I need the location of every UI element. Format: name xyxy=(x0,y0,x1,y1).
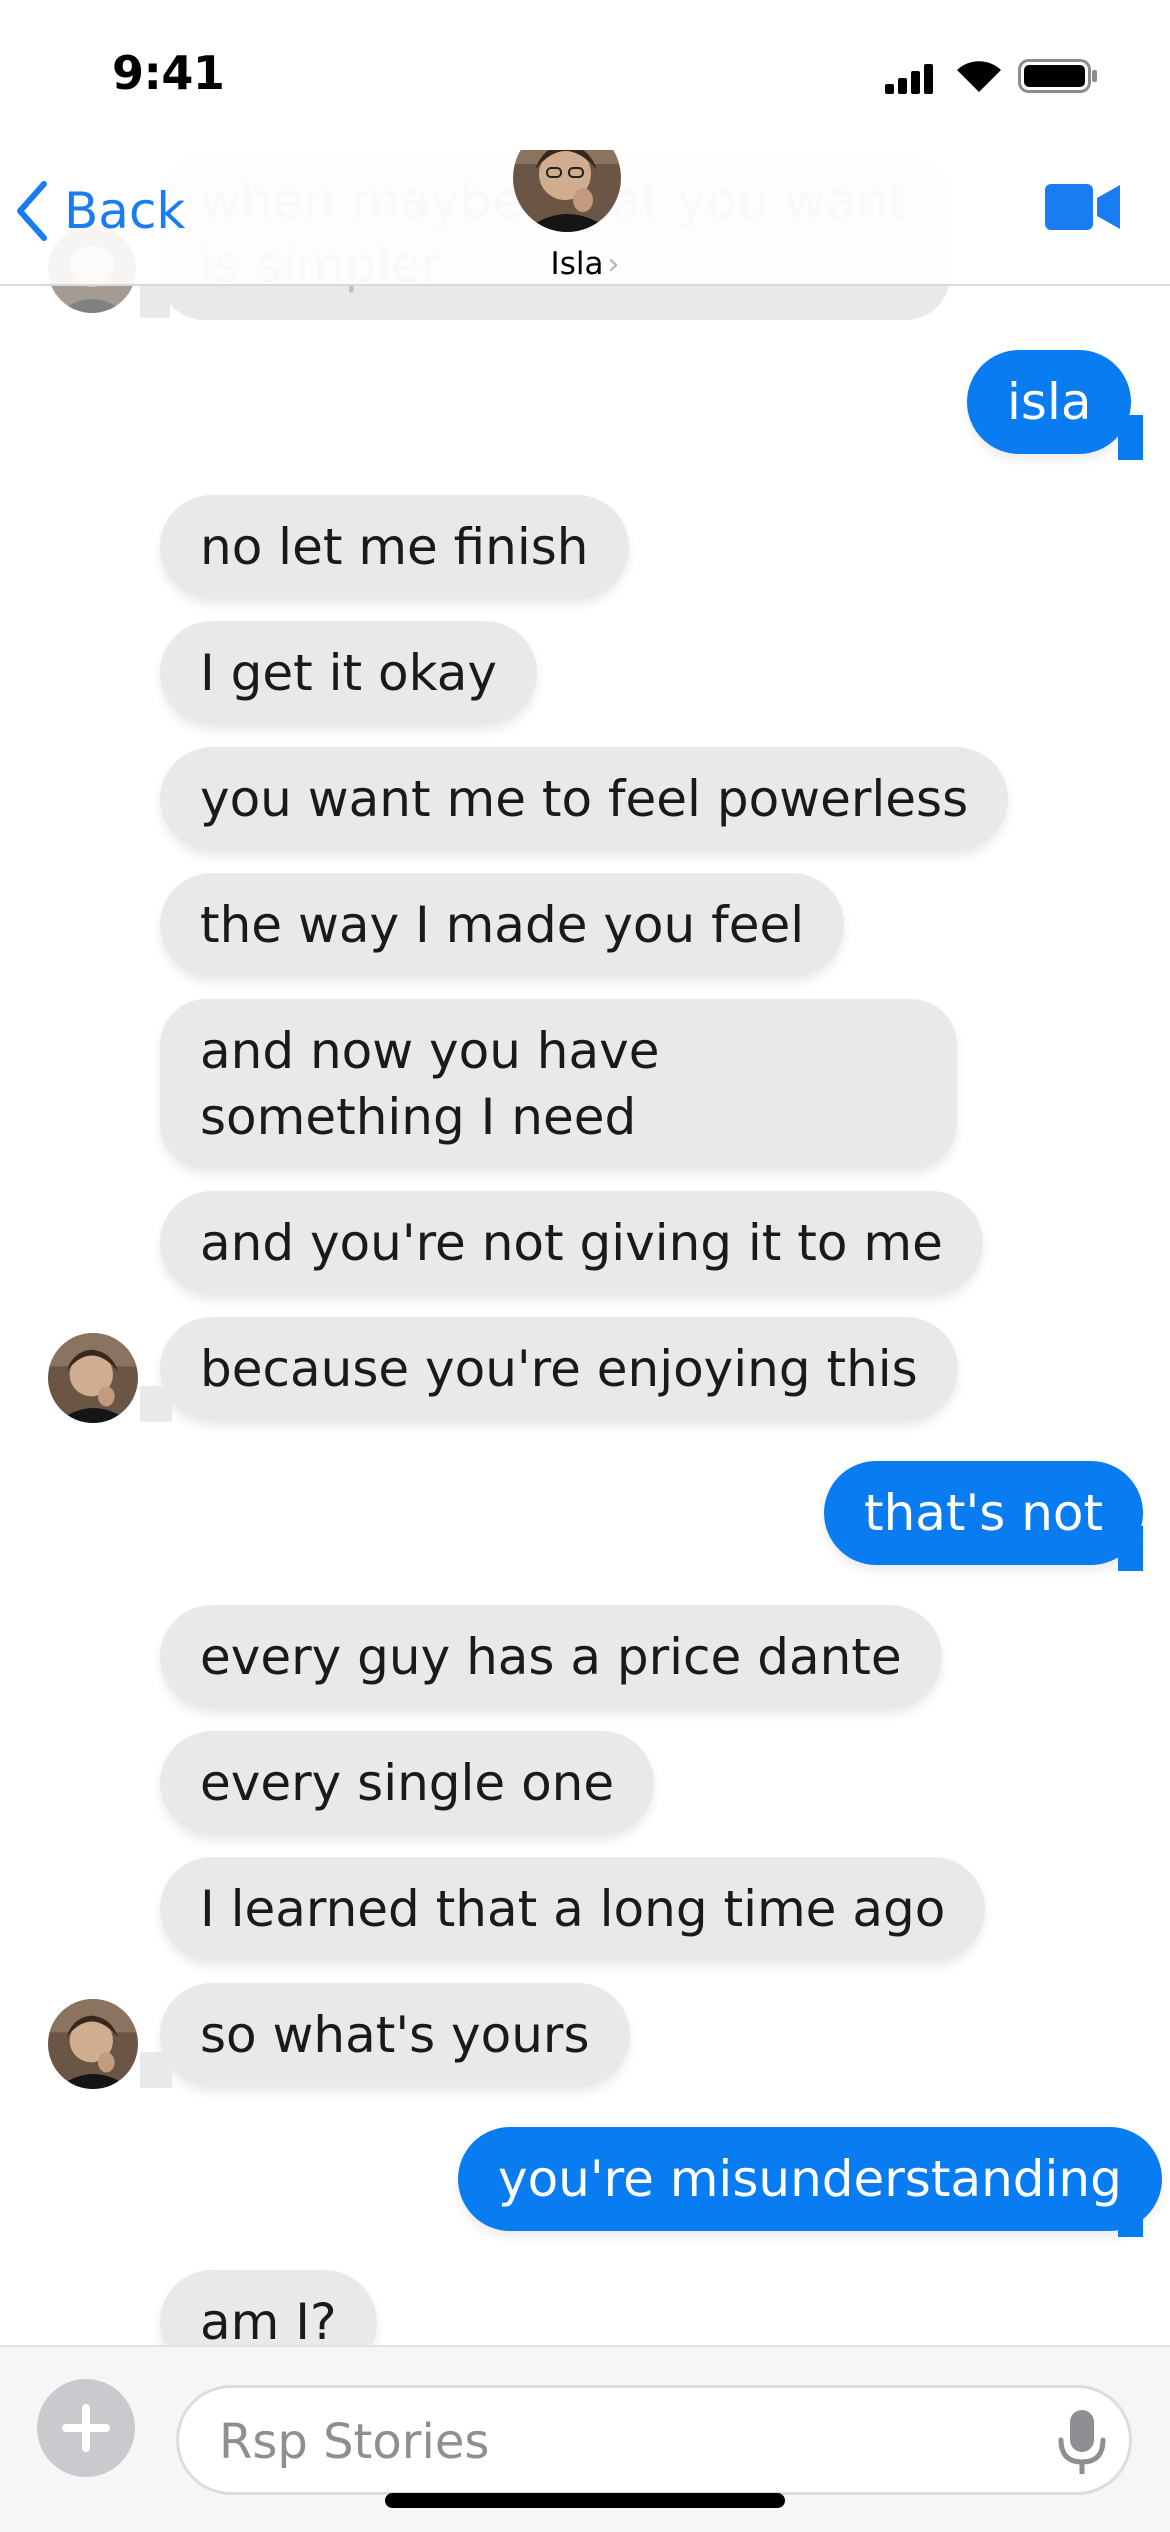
outgoing-message[interactable]: that's not xyxy=(824,1461,1144,1565)
add-attachment-button[interactable] xyxy=(37,2379,135,2477)
contact-name-label: Isla xyxy=(550,246,604,282)
chevron-left-icon xyxy=(17,181,47,241)
chat-header: Back Isla › xyxy=(0,124,1170,286)
incoming-message[interactable]: the way I made you feel xyxy=(160,873,845,977)
incoming-message[interactable]: every guy has a price dante xyxy=(160,1605,942,1709)
message-input[interactable]: Rsp Stories xyxy=(176,2385,1132,2495)
wifi-icon xyxy=(957,61,1001,92)
incoming-message[interactable]: no let me finish xyxy=(160,495,629,599)
message-input-placeholder: Rsp Stories xyxy=(219,2414,490,2470)
incoming-message[interactable]: I learned that a long time ago xyxy=(160,1857,986,1961)
incoming-message[interactable]: and now you have something I need xyxy=(160,999,957,1169)
cellular-signal-icon xyxy=(885,62,935,94)
incoming-message[interactable]: you want me to feel powerless xyxy=(160,747,1009,851)
back-button[interactable]: Back xyxy=(12,176,185,246)
bubble-tail xyxy=(1118,2192,1143,2237)
incoming-message[interactable]: I get it okay xyxy=(160,621,537,725)
bubble-tail xyxy=(1118,1526,1143,1571)
status-bar: 9:41 xyxy=(0,0,1170,150)
incoming-message[interactable]: because you're enjoying this xyxy=(160,1317,958,1421)
battery-icon xyxy=(1018,59,1097,93)
video-call-icon[interactable] xyxy=(1045,182,1120,232)
chevron-right-icon: › xyxy=(607,247,620,282)
incoming-message[interactable]: and you're not giving it to me xyxy=(160,1191,983,1295)
back-label: Back xyxy=(64,182,186,240)
bubble-tail xyxy=(140,2052,172,2088)
bubble-tail xyxy=(140,283,170,318)
bubble-tail xyxy=(1118,415,1143,460)
incoming-message[interactable]: so what's yours xyxy=(160,1983,630,2087)
avatar[interactable] xyxy=(48,1999,138,2089)
microphone-icon[interactable] xyxy=(1055,2408,1109,2478)
avatar[interactable] xyxy=(48,1333,138,1423)
incoming-message[interactable]: every single one xyxy=(160,1731,655,1835)
chat-screen: 9:41 when maybe what you want is simpler… xyxy=(0,0,1170,2532)
home-indicator[interactable] xyxy=(385,2493,785,2508)
outgoing-message[interactable]: isla xyxy=(967,350,1132,454)
bubble-tail xyxy=(140,1386,172,1422)
contact-name[interactable]: Isla › xyxy=(0,246,1170,282)
status-time: 9:41 xyxy=(112,46,225,100)
outgoing-message[interactable]: you're misunderstanding xyxy=(458,2127,1162,2231)
